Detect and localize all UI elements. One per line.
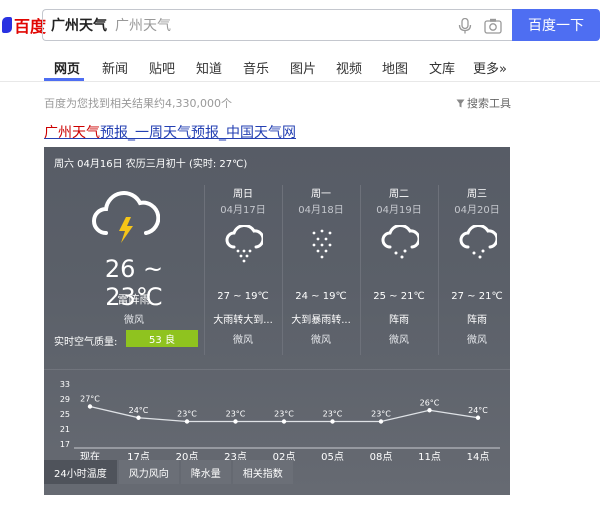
forecast-temp: 27 ~ 19℃ [217,291,269,302]
tab-music[interactable]: 音乐 [243,58,269,77]
forecast-wind: 微风 [311,335,331,346]
search-nav: 网页 新闻 贴吧 知道 音乐 图片 视频 地图 文库 更多» [0,50,600,82]
tab-24h-temperature[interactable]: 24小时温度 [44,460,117,484]
temperature-point [87,404,93,409]
tab-web[interactable]: 网页 [54,58,80,77]
temperature-point [281,419,287,424]
top-search-bar: 百度 广州天气 广州天气 百度一下 [0,0,600,50]
y-tick-label: 33 [60,380,70,389]
search-tools[interactable]: 搜索工具 [456,95,511,111]
weather-header: 周六 04月16日 农历三月初十 (实时: 27℃) [54,159,248,170]
temperature-value-label: 23°C [177,410,197,419]
today-condition: 雷阵雨 [117,293,151,306]
camera-icon[interactable] [484,18,502,34]
forecast-date: 04月19日 [376,205,422,216]
y-tick-label: 25 [60,410,70,419]
temperature-point [378,419,384,424]
tab-wenku[interactable]: 文库 [429,58,455,77]
aqi-badge[interactable]: 53 良 [126,330,198,347]
active-tab-indicator [44,78,84,81]
forecast-day-name: 周二 [389,189,409,200]
search-tools-label: 搜索工具 [467,97,511,110]
forecast-day-4[interactable]: 周三 04月20日 27 ~ 21℃ 阵雨 微风 [438,185,510,355]
aqi-label: 实时空气质量: [54,337,118,348]
temperature-value-label: 24°C [468,406,488,415]
temperature-value-label: 27°C [80,395,100,404]
title-highlight: 广州天气 [44,125,100,141]
temperature-point [136,415,141,420]
result-stats: 百度为您找到相关结果约4,330,000个 [44,97,232,110]
title-rest: 预报_一周天气预报_中国天气网 [100,125,296,141]
y-tick-label: 29 [60,395,70,404]
filter-icon [456,99,465,107]
microphone-icon[interactable] [458,18,472,34]
forecast-day-3[interactable]: 周二 04月19日 25 ~ 21℃ 阵雨 微风 [360,185,436,355]
tab-indices[interactable]: 相关指数 [232,460,293,484]
temperature-value-label: 23°C [371,410,391,419]
temperature-point [330,419,335,424]
tab-wind[interactable]: 风力风向 [118,460,179,484]
result-title-link[interactable]: 广州天气预报_一周天气预报_中国天气网 [44,122,296,142]
tab-zhidao[interactable]: 知道 [196,58,222,77]
tab-tieba[interactable]: 贴吧 [149,58,175,77]
forecast-day-name: 周一 [311,189,331,200]
forecast-date: 04月20日 [454,205,500,216]
temperature-chart: 33 29 25 21 17 27°C 现在 24°C 17点 23°C 20点 23°C 23点 23°… [44,369,510,462]
temperature-value-label: 26°C [420,398,440,407]
tab-video[interactable]: 视频 [336,58,362,77]
forecast-wind: 微风 [467,335,487,346]
temperature-chart-svg: 332925211727°C现在24°C17点23°C20点23°C23点23°… [60,380,500,462]
rainstorm-icon [312,229,332,259]
forecast-day-1[interactable]: 周日 04月17日 27 ~ 19℃ 大雨转大到... 微风 [204,185,280,355]
baidu-logo[interactable]: 百度 [2,14,46,36]
forecast-date: 04月18日 [298,205,344,216]
forecast-wind: 微风 [233,335,253,346]
temperature-point [427,408,432,413]
forecast-temp: 25 ~ 21℃ [373,291,425,302]
search-query: 广州天气 [51,18,107,34]
search-button[interactable]: 百度一下 [512,9,600,41]
forecast-condition: 大到暴雨转... [291,315,351,326]
tab-map[interactable]: 地图 [382,58,408,77]
forecast-condition: 阵雨 [389,315,409,326]
chart-tabs: 24小时温度 风力风向 降水量 相关指数 [44,460,510,484]
forecast-wind: 微风 [389,335,409,346]
tab-images[interactable]: 图片 [290,58,316,77]
forecast-condition: 大雨转大到... [213,315,273,326]
temperature-point [184,419,190,424]
tab-more[interactable]: 更多» [473,58,507,77]
heavy-rain-icon [225,225,263,263]
temperature-point [233,419,238,424]
search-input[interactable]: 广州天气 广州天气 [42,9,512,41]
y-tick-label: 21 [60,425,70,434]
today-wind: 微风 [124,315,144,326]
temperature-value-label: 24°C [129,406,149,415]
forecast-date: 04月17日 [220,205,266,216]
temperature-point [475,415,481,420]
forecast-day-name: 周日 [233,189,253,200]
temperature-value-label: 23°C [274,410,294,419]
temperature-value-label: 23°C [323,410,343,419]
tab-news[interactable]: 新闻 [102,58,128,77]
shower-icon [381,225,419,259]
weather-card: 周六 04月16日 农历三月初十 (实时: 27℃) 26 ~ 23℃ 雷阵雨 … [44,147,510,495]
forecast-temp: 24 ~ 19℃ [295,291,347,302]
tab-precipitation[interactable]: 降水量 [180,460,231,484]
forecast-day-name: 周三 [467,189,487,200]
search-suggestion: 广州天气 [115,18,171,34]
forecast-day-2[interactable]: 周一 04月18日 24 ~ 19℃ 大到暴雨转... 微风 [282,185,358,355]
temperature-value-label: 23°C [226,410,246,419]
y-tick-label: 17 [60,440,70,449]
thunderstorm-icon [92,191,160,243]
paw-icon [2,17,12,33]
forecast-temp: 27 ~ 21℃ [451,291,503,302]
forecast-condition: 阵雨 [467,315,487,326]
shower-icon [459,225,497,259]
